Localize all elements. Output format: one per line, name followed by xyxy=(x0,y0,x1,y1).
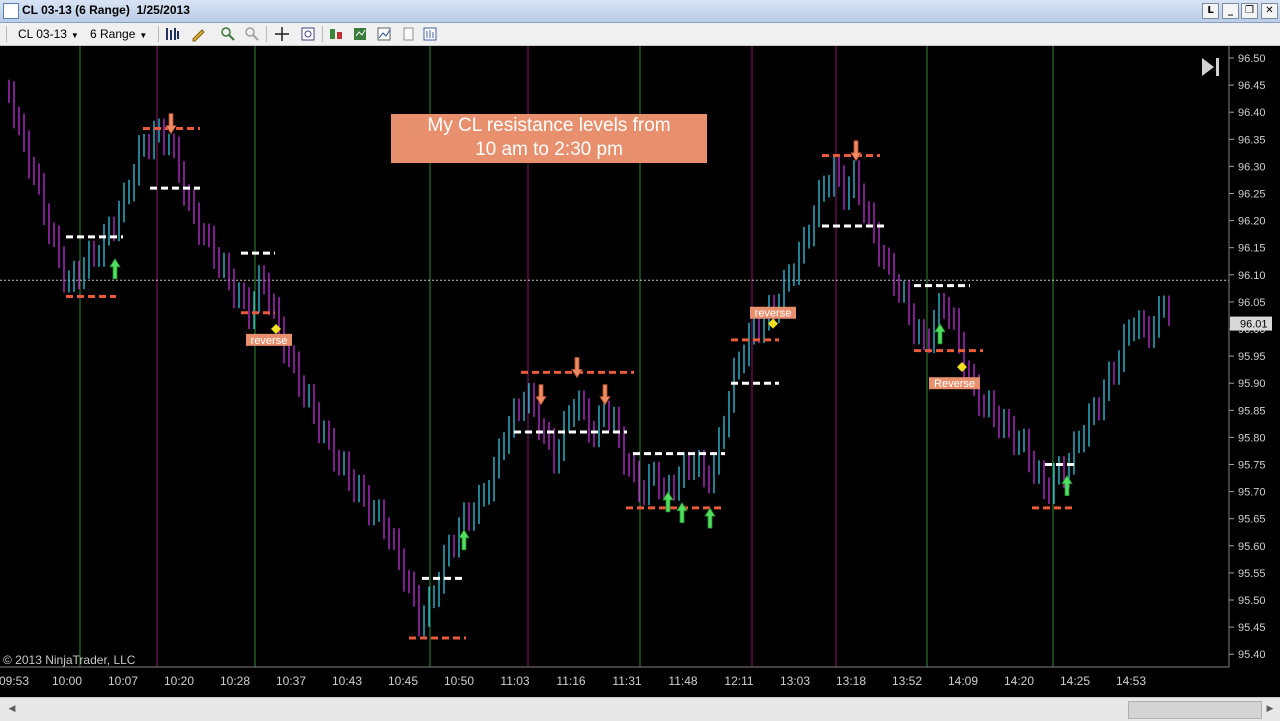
reverse-label: reverse xyxy=(755,308,792,320)
link-button[interactable]: L xyxy=(1202,3,1219,19)
strategies-icon[interactable] xyxy=(352,26,368,42)
crosshair-icon[interactable] xyxy=(274,26,290,42)
x-tick-label: 14:25 xyxy=(1060,674,1090,688)
x-tick-label: 13:52 xyxy=(892,674,922,688)
y-tick-label: 95.70 xyxy=(1238,487,1266,499)
toolbar-grip xyxy=(6,26,7,42)
y-tick-label: 95.65 xyxy=(1238,514,1266,526)
y-tick-label: 96.40 xyxy=(1238,107,1266,119)
y-tick-label: 96.25 xyxy=(1238,189,1266,201)
x-tick-label: 10:28 xyxy=(220,674,250,688)
y-tick-label: 95.75 xyxy=(1238,460,1266,472)
maximize-button[interactable]: ❐ xyxy=(1241,3,1258,19)
time-axis: 09:53 10:00 10:07 10:20 10:28 10:37 10:43 10:45… xyxy=(0,666,1229,688)
y-tick-label: 96.30 xyxy=(1238,161,1266,173)
horizontal-scrollbar[interactable]: ◀ ▶ xyxy=(0,697,1280,721)
x-tick-label: 14:53 xyxy=(1116,674,1146,688)
x-tick-label: 10:20 xyxy=(164,674,194,688)
sell-arrow-icon xyxy=(165,113,177,135)
annotation-text: My CL resistance levels from 10 am to 2:… xyxy=(427,115,671,160)
y-tick-label: 96.10 xyxy=(1238,270,1266,282)
indicators-icon[interactable] xyxy=(328,26,344,42)
price-bars xyxy=(8,79,1170,637)
y-tick-label: 96.50 xyxy=(1238,53,1266,65)
toolbar-separator xyxy=(266,26,267,42)
reverse-label: Reverse xyxy=(934,378,975,390)
x-tick-label: 11:48 xyxy=(668,674,697,688)
signal-markers: reverse reverse Reverse xyxy=(109,113,1073,551)
data-box-icon[interactable] xyxy=(300,26,316,42)
y-tick-label: 95.40 xyxy=(1238,649,1266,661)
x-tick-label: 11:03 xyxy=(500,674,529,688)
zoom-out-icon[interactable] xyxy=(244,26,260,42)
x-tick-label: 14:09 xyxy=(948,674,978,688)
instrument-label: CL 03-13 xyxy=(18,27,67,41)
x-tick-label: 13:18 xyxy=(836,674,866,688)
toolbar-separator xyxy=(322,26,323,42)
data-series-icon[interactable] xyxy=(422,26,438,42)
x-tick-label: 11:16 xyxy=(556,674,585,688)
sell-arrow-icon xyxy=(571,357,583,379)
annotation-box[interactable]: My CL resistance levels from 10 am to 2:… xyxy=(391,114,707,163)
bar-style-icon[interactable] xyxy=(164,26,180,42)
interval-label: 6 Range xyxy=(90,27,136,41)
zoom-in-icon[interactable] xyxy=(220,26,236,42)
toolbar: CL 03-13 ▼ 6 Range ▼ xyxy=(0,23,1280,46)
buy-arrow-icon xyxy=(704,507,716,529)
y-tick-label: 95.55 xyxy=(1238,568,1266,580)
y-tick-label: 96.05 xyxy=(1238,297,1266,309)
reverse-diamond-icon xyxy=(957,361,967,372)
x-tick-label: 10:43 xyxy=(332,674,362,688)
y-tick-label: 95.80 xyxy=(1238,432,1266,444)
y-tick-label: 95.60 xyxy=(1238,541,1266,553)
x-tick-label: 10:00 xyxy=(52,674,82,688)
scroll-to-end-icon[interactable] xyxy=(1200,56,1222,78)
resistance-levels xyxy=(66,126,1076,640)
copyright-text: © 2013 NinjaTrader, LLC xyxy=(3,653,136,667)
x-tick-label: 09:53 xyxy=(0,674,29,688)
x-tick-label: 10:50 xyxy=(444,674,474,688)
y-tick-label: 95.45 xyxy=(1238,622,1266,634)
price-axis: 96.50 96.45 96.40 96.35 96.30 96.25 96.20 96.15… xyxy=(1228,46,1272,667)
y-tick-label: 95.95 xyxy=(1238,351,1266,363)
x-tick-label: 12:11 xyxy=(724,674,753,688)
y-tick-label: 95.90 xyxy=(1238,378,1266,390)
buy-arrow-icon xyxy=(458,529,470,551)
templates-icon[interactable] xyxy=(400,26,416,42)
app-icon xyxy=(3,3,19,19)
title-bar: CL 03-13 (6 Range) 1/25/2013 L _ ❐ ✕ xyxy=(0,0,1280,23)
y-tick-label: 96.35 xyxy=(1238,134,1266,146)
x-tick-label: 10:45 xyxy=(388,674,418,688)
y-tick-label: 96.45 xyxy=(1238,80,1266,92)
y-tick-label: 96.15 xyxy=(1238,243,1266,255)
scroll-right-icon[interactable]: ▶ xyxy=(1262,701,1278,717)
window-title: CL 03-13 (6 Range) 1/25/2013 xyxy=(22,3,190,17)
instrument-selector[interactable]: CL 03-13 ▼ xyxy=(18,27,79,41)
buy-arrow-icon xyxy=(109,258,121,280)
x-tick-label: 14:20 xyxy=(1004,674,1034,688)
x-tick-label: 11:31 xyxy=(612,674,641,688)
x-tick-label: 10:37 xyxy=(276,674,306,688)
chevron-down-icon: ▼ xyxy=(70,31,79,40)
reverse-label: reverse xyxy=(251,335,288,347)
sell-arrow-icon xyxy=(850,140,862,162)
y-tick-label: 95.50 xyxy=(1238,595,1266,607)
toolbar-separator xyxy=(158,26,159,42)
scroll-left-icon[interactable]: ◀ xyxy=(4,701,20,717)
y-tick-label: 96.20 xyxy=(1238,216,1266,228)
x-tick-label: 10:07 xyxy=(108,674,138,688)
pencil-icon[interactable] xyxy=(190,26,206,42)
y-tick-label: 95.85 xyxy=(1238,405,1266,417)
interval-selector[interactable]: 6 Range ▼ xyxy=(90,27,147,41)
x-tick-label: 13:03 xyxy=(780,674,810,688)
close-button[interactable]: ✕ xyxy=(1261,3,1278,19)
chart-properties-icon[interactable] xyxy=(376,26,392,42)
current-price-label: 96.01 xyxy=(1240,319,1268,331)
chevron-down-icon: ▼ xyxy=(139,31,148,40)
buy-arrow-icon xyxy=(676,501,688,524)
buy-arrow-icon xyxy=(934,323,946,345)
sell-arrow-icon xyxy=(535,384,547,406)
scrollbar-thumb[interactable] xyxy=(1128,701,1262,719)
minimize-button[interactable]: _ xyxy=(1222,3,1239,19)
